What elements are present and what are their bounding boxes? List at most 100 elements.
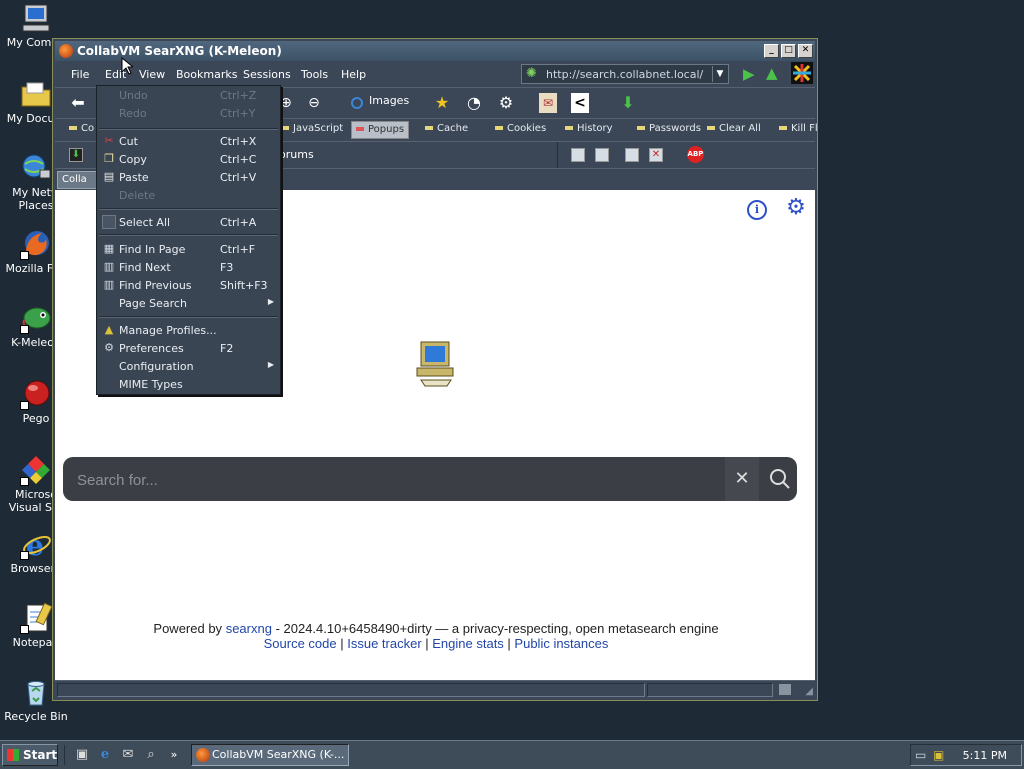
menu-item-mime-types[interactable]: MIME Types	[97, 375, 280, 393]
title-bar[interactable]: CollabVM SearXNG (K-Meleon) _ □ ✕	[55, 41, 815, 61]
menu-file[interactable]: File	[71, 68, 89, 81]
menu-item-label: Find In Page	[119, 243, 186, 256]
start-button[interactable]: Start	[2, 744, 58, 766]
menu-item-select-all[interactable]: Select All Ctrl+A	[97, 213, 280, 231]
toggle-javascript[interactable]: JavaScript	[281, 123, 343, 134]
status-bar: ◢	[55, 680, 815, 698]
menu-item-undo[interactable]: Undo Ctrl+Z	[97, 86, 280, 104]
up-arrow-icon[interactable]: ▲	[766, 64, 778, 82]
menu-item-delete[interactable]: Delete	[97, 186, 280, 204]
tab-collabvm[interactable]: Colla	[57, 171, 97, 189]
engine-stats-link[interactable]: Engine stats	[432, 636, 504, 651]
toggle-cache[interactable]: Cache	[425, 123, 468, 134]
download-icon[interactable]: ⬇	[617, 92, 639, 114]
menu-item-find-in-page[interactable]: ▦ Find In Page Ctrl+F	[97, 240, 280, 258]
history-clock-icon[interactable]: ◔	[463, 92, 485, 114]
issue-tracker-link[interactable]: Issue tracker	[347, 636, 421, 651]
mail-icon[interactable]: ✉	[539, 93, 557, 113]
menu-item-shortcut: Ctrl+A	[220, 216, 257, 229]
tab-close-icon[interactable]: ✕	[649, 148, 663, 162]
network-tray-icon[interactable]: ▭	[915, 748, 926, 762]
menu-item-redo[interactable]: Redo Ctrl+Y	[97, 104, 280, 122]
minimize-button[interactable]: _	[764, 44, 779, 58]
popup-blocked-icon[interactable]	[779, 684, 791, 695]
adblock-icon[interactable]: ABP	[687, 146, 704, 163]
menu-item-label: Delete	[119, 189, 156, 202]
toggle-history[interactable]: History	[565, 123, 613, 134]
bookmark-add-icon[interactable]	[595, 148, 609, 162]
source-code-link[interactable]: Source code	[264, 636, 337, 651]
menu-item-configuration[interactable]: Configuration ▶	[97, 357, 280, 375]
menu-item-shortcut: Ctrl+C	[220, 153, 257, 166]
menu-item-manage-profiles[interactable]: ▲ Manage Profiles...	[97, 321, 280, 339]
menu-item-label: Copy	[119, 153, 147, 166]
chevron-down-icon[interactable]: ▼	[712, 66, 727, 82]
chevron-more-icon[interactable]: »	[166, 747, 182, 763]
menu-item-preferences[interactable]: ⚙ Preferences F2	[97, 339, 280, 357]
kill-flash-button[interactable]: Kill Fl	[779, 123, 818, 134]
menu-separator	[99, 208, 278, 210]
menu-item-cut[interactable]: ✂ Cut Ctrl+X	[97, 132, 280, 150]
public-instances-link[interactable]: Public instances	[514, 636, 608, 651]
url-text: http://search.collabnet.local/	[546, 68, 704, 81]
find-icon: ▦	[103, 242, 115, 255]
outlook-icon[interactable]: ✉	[120, 747, 136, 763]
menu-bar: File Edit View Bookmarks Sessions Tools …	[55, 62, 815, 86]
settings-gear-icon[interactable]: ⚙	[784, 196, 808, 220]
menu-item-copy[interactable]: ❐ Copy Ctrl+C	[97, 150, 280, 168]
menu-item-find-previous[interactable]: ▥ Find Previous Shift+F3	[97, 276, 280, 294]
search-icon[interactable]	[763, 457, 797, 501]
star-icon[interactable]: ★	[431, 92, 453, 114]
search-icon[interactable]: ⌕	[143, 747, 159, 763]
menu-sessions[interactable]: Sessions	[243, 68, 291, 81]
images-button[interactable]: Images	[369, 94, 409, 107]
gear-icon[interactable]: ⚙	[495, 92, 517, 114]
menu-help[interactable]: Help	[341, 68, 366, 81]
volume-tray-icon[interactable]: ▣	[933, 748, 944, 762]
taskbar-window-k-meleon[interactable]: CollabVM SearXNG (K-...	[191, 744, 349, 766]
menu-item-paste[interactable]: ▤ Paste Ctrl+V	[97, 168, 280, 186]
select-all-icon	[102, 215, 116, 229]
search-input[interactable]	[75, 465, 719, 495]
toggle-popups[interactable]: Popups	[351, 121, 410, 139]
menu-item-shortcut: Ctrl+Z	[220, 89, 257, 102]
folder-icon	[20, 78, 52, 110]
go-icon[interactable]: ▶	[743, 65, 755, 83]
clear-all-button[interactable]: Clear All	[707, 123, 761, 134]
throbber-icon	[791, 62, 813, 84]
internet-explorer-icon: e	[20, 528, 52, 562]
menu-item-label: Manage Profiles...	[119, 324, 217, 337]
maximize-button[interactable]: □	[781, 44, 796, 58]
forums-link[interactable]: orums	[279, 148, 314, 161]
powered-prefix: Powered by	[153, 621, 223, 636]
back-history-icon[interactable]: <	[571, 93, 589, 113]
menu-item-find-next[interactable]: ▥ Find Next F3	[97, 258, 280, 276]
clear-search-icon[interactable]: ✕	[725, 457, 759, 501]
url-bar[interactable]: ✺ http://search.collabnet.local/ ▼	[521, 64, 729, 84]
searxng-link[interactable]: searxng	[226, 621, 272, 636]
download-manager-icon[interactable]: ⬇	[69, 148, 83, 162]
menu-bookmarks[interactable]: Bookmarks	[176, 68, 237, 81]
firefox-icon	[20, 228, 52, 260]
zoom-out-icon[interactable]: ⊖	[303, 92, 325, 114]
menu-item-label: Paste	[119, 171, 149, 184]
toggle-cookies[interactable]: Cookies	[495, 123, 546, 134]
toggle-java[interactable]: Co	[69, 123, 94, 134]
back-arrow-icon[interactable]: ⬅	[67, 92, 89, 114]
menu-item-label: Undo	[119, 89, 148, 102]
menu-view[interactable]: View	[139, 68, 165, 81]
menu-separator	[99, 316, 278, 318]
info-icon[interactable]: i	[747, 200, 767, 220]
internet-explorer-icon[interactable]: e	[97, 747, 113, 763]
show-desktop-icon[interactable]: ▣	[74, 747, 90, 763]
bookmark-icon[interactable]	[571, 148, 585, 162]
toggle-passwords[interactable]: Passwords	[637, 123, 701, 134]
menu-tools[interactable]: Tools	[301, 68, 328, 81]
tab-add-icon[interactable]	[625, 148, 639, 162]
visual-studio-icon	[20, 454, 52, 486]
resize-grip-icon[interactable]: ◢	[805, 686, 813, 697]
close-button[interactable]: ✕	[798, 44, 813, 58]
status-text-area	[57, 683, 645, 697]
menu-item-page-search[interactable]: Page Search ▶	[97, 294, 280, 312]
menu-item-label: Configuration	[119, 360, 194, 373]
